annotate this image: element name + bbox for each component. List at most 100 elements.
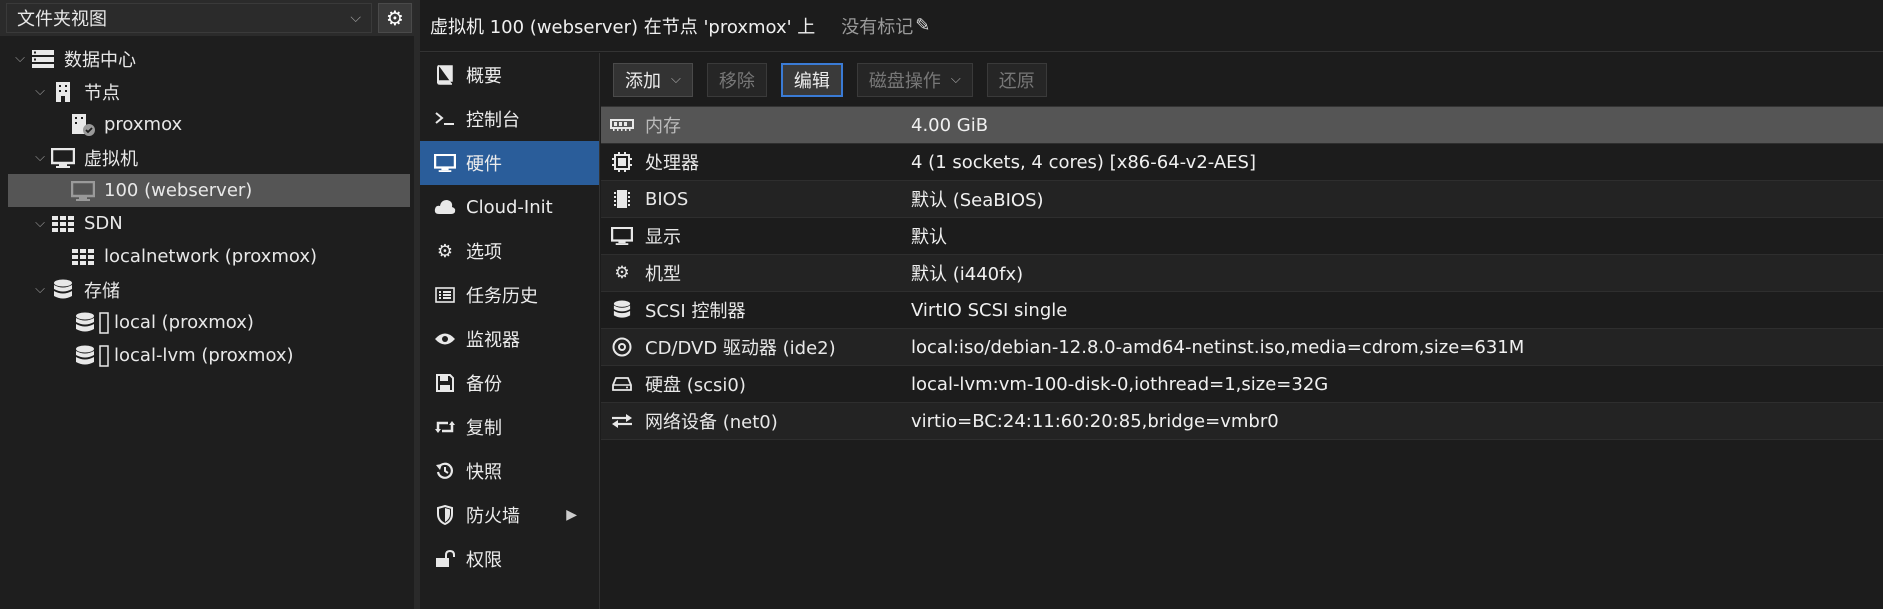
- nav-item-cloud-init[interactable]: Cloud-Init: [420, 185, 599, 229]
- hardware-row-memory[interactable]: 内存 4.00 GiB: [601, 107, 1883, 144]
- tree-item-storage-local[interactable]: local (proxmox): [0, 306, 414, 339]
- remove-button[interactable]: 移除: [706, 62, 767, 97]
- chevron-down-icon[interactable]: ⌵: [12, 51, 28, 66]
- chevron-down-icon[interactable]: ⌵: [32, 150, 48, 165]
- tree-item-vm-100[interactable]: 100 (webserver): [8, 174, 410, 207]
- hardware-row-scsi-controller[interactable]: SCSI 控制器 VirtIO SCSI single: [601, 292, 1883, 329]
- nav-item-options[interactable]: ⚙ 选项: [420, 229, 599, 273]
- hardware-row-cdrom[interactable]: CD/DVD 驱动器 (ide2) local:iso/debian-12.8.…: [601, 329, 1883, 366]
- hardware-panel: 添加 ⌵ 移除 编辑 磁盘操作 ⌵ 还原 内存 4.00 GiB 处理器 4 (…: [601, 53, 1883, 609]
- chevron-down-icon[interactable]: ⌵: [32, 282, 48, 297]
- gear-icon[interactable]: ⚙: [378, 3, 412, 33]
- node-check-icon: [68, 113, 98, 137]
- nav-item-hardware[interactable]: 硬件: [420, 141, 599, 185]
- resource-tree-panel: 文件夹视图 ⌵ ⚙ ⌵ 数据中心 ⌵ 节点 proxmox ⌵ 虚拟机 100 …: [0, 0, 414, 609]
- hardware-row-display[interactable]: 显示 默认: [601, 218, 1883, 255]
- nav-item-monitor[interactable]: 监视器: [420, 317, 599, 361]
- storage-icon: [74, 311, 112, 334]
- tree-item-sdn[interactable]: ⌵ SDN: [0, 207, 414, 240]
- vm-stopped-icon: [68, 180, 98, 201]
- nav-item-label: 概要: [466, 66, 502, 87]
- hardware-name: 显示: [645, 227, 681, 248]
- tree-item-localnetwork[interactable]: localnetwork (proxmox): [0, 240, 414, 273]
- tree-item-nodes[interactable]: ⌵ 节点: [0, 75, 414, 108]
- nav-item-summary[interactable]: 概要: [420, 53, 599, 97]
- tree-item-datacenter[interactable]: ⌵ 数据中心: [0, 42, 414, 75]
- storage-icon: [74, 344, 112, 367]
- cogs-icon: ⚙: [614, 263, 630, 283]
- chevron-down-icon[interactable]: ⌵: [32, 84, 48, 99]
- tree-item-label: 存储: [84, 280, 120, 302]
- nav-item-label: 任务历史: [466, 286, 538, 307]
- server-stack-icon: [28, 49, 58, 69]
- hardware-row-machine[interactable]: ⚙ 机型 默认 (i440fx): [601, 255, 1883, 292]
- hardware-grid: 内存 4.00 GiB 处理器 4 (1 sockets, 4 cores) […: [601, 107, 1883, 440]
- cpu-icon: [607, 152, 637, 172]
- chevron-down-icon: ⌵: [671, 72, 681, 87]
- tree-item-storage[interactable]: ⌵ 存储: [0, 273, 414, 306]
- hardware-name: 内存: [645, 116, 681, 137]
- desktop-icon: [607, 227, 637, 245]
- nav-item-label: 备份: [466, 374, 502, 395]
- revert-button-label: 还原: [998, 70, 1035, 92]
- hardware-name: 处理器: [645, 153, 699, 174]
- history-icon: [432, 462, 458, 480]
- pencil-icon[interactable]: ✎: [915, 15, 930, 36]
- nav-item-permissions[interactable]: 权限: [420, 537, 599, 581]
- list-icon: [432, 287, 458, 303]
- hardware-value: 默认: [911, 227, 947, 248]
- building-icon: [48, 81, 78, 103]
- hardware-row-hard-disk[interactable]: 硬盘 (scsi0) local-lvm:vm-100-disk-0,iothr…: [601, 366, 1883, 403]
- edit-button-label: 编辑: [793, 70, 830, 92]
- view-selector[interactable]: 文件夹视图 ⌵: [6, 3, 372, 33]
- nav-item-label: 选项: [466, 242, 502, 263]
- caret-right-icon[interactable]: ▶: [566, 507, 577, 523]
- tree-item-label: 数据中心: [64, 49, 136, 71]
- book-icon: [432, 65, 458, 85]
- chevron-down-icon[interactable]: ⌵: [32, 216, 48, 231]
- hardware-value: 默认 (SeaBIOS): [911, 190, 1044, 211]
- nav-item-console[interactable]: 控制台: [420, 97, 599, 141]
- add-button[interactable]: 添加 ⌵: [613, 62, 693, 97]
- page-title: 虚拟机 100 (webserver) 在节点 'proxmox' 上: [430, 16, 816, 38]
- hardware-row-processor[interactable]: 处理器 4 (1 sockets, 4 cores) [x86-64-v2-AE…: [601, 144, 1883, 181]
- disk-action-button[interactable]: 磁盘操作 ⌵: [856, 62, 973, 97]
- tree-item-label: proxmox: [104, 114, 183, 135]
- nav-item-label: Cloud-Init: [466, 196, 553, 218]
- disk-action-button-label: 磁盘操作: [868, 70, 941, 92]
- nav-item-label: 硬件: [466, 154, 502, 175]
- tree-item-storage-local-lvm[interactable]: local-lvm (proxmox): [0, 339, 414, 372]
- gear-icon: ⚙: [436, 240, 454, 262]
- nav-item-label: 快照: [466, 462, 502, 483]
- vm-subnav: 概要 控制台 硬件 Cloud-Init ⚙ 选项 任务历史 监视器 备份 复制…: [420, 53, 600, 609]
- nav-item-task-history[interactable]: 任务历史: [420, 273, 599, 317]
- tree-item-label: localnetwork (proxmox): [104, 246, 317, 267]
- tags-area[interactable]: 没有标记 ✎: [841, 13, 930, 39]
- cdrom-icon: [607, 337, 637, 357]
- hardware-name: 机型: [645, 264, 681, 285]
- hardware-row-network[interactable]: 网络设备 (net0) virtio=BC:24:11:60:20:85,bri…: [601, 403, 1883, 440]
- nav-item-label: 控制台: [466, 110, 520, 131]
- exchange-icon: [607, 413, 637, 429]
- resource-tree: ⌵ 数据中心 ⌵ 节点 proxmox ⌵ 虚拟机 100 (webserver…: [0, 36, 414, 372]
- tree-item-vms[interactable]: ⌵ 虚拟机: [0, 141, 414, 174]
- grid-icon: [68, 248, 98, 266]
- hardware-row-bios[interactable]: BIOS 默认 (SeaBIOS): [601, 181, 1883, 218]
- tree-item-node-proxmox[interactable]: proxmox: [0, 108, 414, 141]
- hardware-value: VirtIO SCSI single: [911, 299, 1068, 321]
- nav-item-label: 监视器: [466, 330, 520, 351]
- view-toolbar: 文件夹视图 ⌵ ⚙: [0, 0, 414, 36]
- edit-button[interactable]: 编辑: [780, 62, 843, 97]
- hardware-toolbar: 添加 ⌵ 移除 编辑 磁盘操作 ⌵ 还原: [601, 53, 1883, 107]
- nav-item-backup[interactable]: 备份: [420, 361, 599, 405]
- revert-button[interactable]: 还原: [986, 62, 1047, 97]
- chevron-down-icon: ⌵: [950, 72, 961, 87]
- nav-item-replication[interactable]: 复制: [420, 405, 599, 449]
- hardware-value: 默认 (i440fx): [911, 264, 1024, 285]
- nav-item-label: 权限: [466, 550, 502, 571]
- tree-item-label: SDN: [84, 213, 123, 234]
- retweet-icon: [432, 419, 458, 435]
- nav-item-firewall[interactable]: 防火墙 ▶: [420, 493, 599, 537]
- nav-item-snapshots[interactable]: 快照: [420, 449, 599, 493]
- tags-label: 没有标记: [841, 16, 914, 38]
